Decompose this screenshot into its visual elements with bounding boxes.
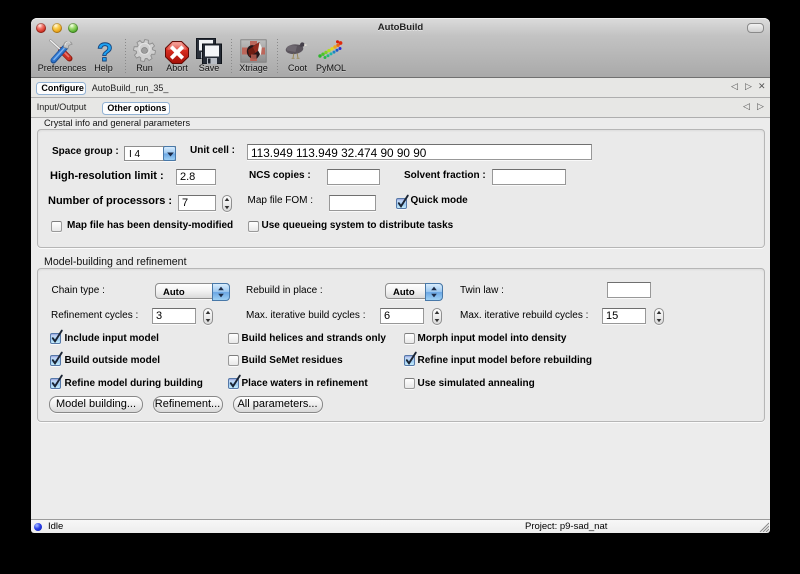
svg-text:?: ? [97,40,113,64]
